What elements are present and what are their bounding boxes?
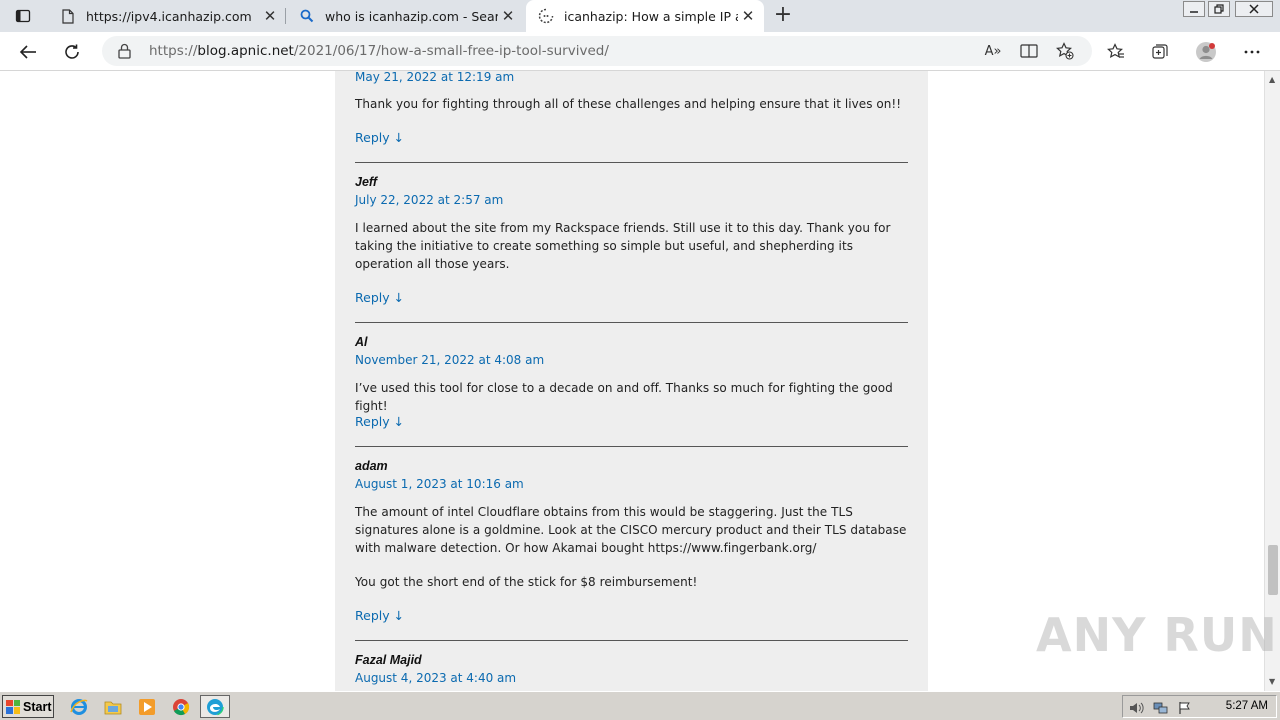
- collections-button[interactable]: [1146, 38, 1174, 66]
- scroll-down-icon[interactable]: ▼: [1269, 677, 1275, 686]
- taskbar: Start 5:27 AM: [0, 691, 1280, 720]
- collections-icon: [1152, 44, 1168, 59]
- taskbar-ie[interactable]: [67, 695, 91, 718]
- comment: Fazal Majid August 4, 2023 at 4:40 am: [355, 651, 908, 687]
- tab-title: who is icanhazip.com - Search: [325, 8, 498, 24]
- loading-icon: [538, 8, 554, 24]
- comment: Jeff July 22, 2022 at 2:57 am: [355, 173, 908, 209]
- new-tab-button[interactable]: +: [770, 4, 796, 28]
- comment: May 21, 2022 at 12:19 am: [355, 71, 908, 86]
- favorites-icon: [1107, 43, 1124, 59]
- tab-search[interactable]: who is icanhazip.com - Search ✕: [287, 0, 524, 32]
- vertical-scrollbar[interactable]: ▲ ▼: [1264, 71, 1280, 691]
- comments-column: May 21, 2022 at 12:19 am Thank you for f…: [335, 71, 928, 691]
- scrollbar-thumb[interactable]: [1268, 545, 1278, 595]
- explorer-icon: [104, 701, 122, 714]
- reply-link[interactable]: Reply ↓: [355, 413, 404, 431]
- reply-link[interactable]: Reply ↓: [355, 289, 404, 307]
- taskbar-edge[interactable]: [200, 695, 230, 718]
- minimize-button[interactable]: [1183, 1, 1205, 17]
- tab-actions-icon: [15, 9, 31, 23]
- comment-author: adam: [355, 459, 388, 473]
- comment-divider: [355, 162, 908, 163]
- profile-button[interactable]: [1192, 38, 1220, 66]
- network-icon[interactable]: [1153, 700, 1169, 714]
- comment-author: Jeff: [355, 175, 378, 189]
- comment-date-link[interactable]: August 1, 2023 at 10:16 am: [355, 475, 908, 493]
- comment-text: The amount of intel Cloudflare obtains f…: [355, 505, 907, 555]
- more-icon: [1244, 50, 1260, 54]
- restore-button[interactable]: [1208, 1, 1230, 17]
- comment-body: Thank you for fighting through all of th…: [355, 95, 908, 113]
- taskbar-explorer[interactable]: [101, 695, 125, 718]
- action-center-flag-icon[interactable]: [1178, 700, 1194, 714]
- ie-icon: [70, 698, 88, 715]
- favorites-button[interactable]: [1102, 38, 1130, 66]
- close-icon: [1249, 4, 1259, 14]
- url-text[interactable]: https://blog.apnic.net/2021/06/17/how-a-…: [149, 43, 609, 59]
- reply-link[interactable]: Reply ↓: [355, 129, 404, 147]
- refresh-icon: [65, 44, 79, 59]
- taskbar-chrome[interactable]: [169, 695, 193, 718]
- close-icon[interactable]: ✕: [738, 6, 758, 26]
- comment-author: Al: [355, 335, 368, 349]
- comment-author: Fazal Majid: [355, 653, 422, 667]
- close-icon[interactable]: ✕: [260, 6, 280, 26]
- reply-link[interactable]: Reply ↓: [355, 607, 404, 625]
- comment-date-link[interactable]: November 21, 2022 at 4:08 am: [355, 351, 908, 369]
- edge-icon: [206, 697, 224, 716]
- comment-divider: [355, 640, 908, 641]
- immersive-reader-icon[interactable]: [1018, 41, 1040, 61]
- comment-text: I learned about the site from my Rackspa…: [355, 221, 891, 271]
- tab-actions-button[interactable]: [8, 4, 38, 28]
- system-tray: 5:27 AM: [1122, 695, 1277, 718]
- comment-divider: [355, 446, 908, 447]
- search-icon: [299, 8, 315, 24]
- page-icon: [60, 8, 76, 24]
- comment-date-link[interactable]: May 21, 2022 at 12:19 am: [355, 71, 908, 86]
- windows-logo-icon: [6, 699, 20, 714]
- start-button[interactable]: Start: [2, 695, 54, 718]
- comment-body: I learned about the site from my Rackspa…: [355, 219, 908, 273]
- taskbar-media-player[interactable]: [135, 695, 159, 718]
- back-arrow-icon: [19, 45, 36, 59]
- volume-icon[interactable]: [1129, 700, 1145, 714]
- back-button[interactable]: [14, 38, 42, 66]
- comment-body: The amount of intel Cloudflare obtains f…: [355, 503, 908, 557]
- close-icon[interactable]: ✕: [498, 6, 518, 26]
- comment-body: I’ve used this tool for close to a decad…: [355, 379, 908, 415]
- tab-title: icanhazip: How a simple IP addre: [564, 8, 738, 24]
- address-bar[interactable]: https://blog.apnic.net/2021/06/17/how-a-…: [102, 36, 1092, 66]
- anyrun-watermark: ANY RUN: [1036, 608, 1278, 662]
- restore-icon: [1214, 4, 1224, 14]
- comment-text: Thank you for fighting through all of th…: [355, 97, 902, 111]
- tab-strip: https://ipv4.icanhazip.com ✕ who is ican…: [0, 0, 1280, 32]
- comment-text: You got the short end of the stick for $…: [355, 575, 698, 589]
- comment-text: I’ve used this tool for close to a decad…: [355, 381, 893, 413]
- read-aloud-icon[interactable]: A»: [982, 41, 1004, 61]
- scroll-up-icon[interactable]: ▲: [1269, 75, 1275, 84]
- comment-date-link[interactable]: July 22, 2022 at 2:57 am: [355, 191, 908, 209]
- media-player-icon: [139, 698, 155, 715]
- taskbar-clock[interactable]: 5:27 AM: [1226, 700, 1268, 712]
- tab-icanhazip[interactable]: icanhazip: How a simple IP addre ✕: [526, 0, 764, 32]
- browser-toolbar: https://blog.apnic.net/2021/06/17/how-a-…: [0, 32, 1280, 71]
- comment: adam August 1, 2023 at 10:16 am: [355, 457, 908, 493]
- tab-title: https://ipv4.icanhazip.com: [86, 8, 252, 24]
- avatar-icon: [1196, 42, 1216, 62]
- page-viewport: May 21, 2022 at 12:19 am Thank you for f…: [0, 71, 1264, 691]
- refresh-button[interactable]: [58, 38, 86, 66]
- comment-body: You got the short end of the stick for $…: [355, 573, 908, 591]
- chrome-icon: [173, 698, 190, 715]
- add-favorite-icon[interactable]: [1054, 41, 1076, 61]
- tab-ipv4[interactable]: https://ipv4.icanhazip.com ✕: [48, 0, 286, 32]
- lock-icon[interactable]: [118, 43, 131, 63]
- more-menu-button[interactable]: [1238, 38, 1266, 66]
- close-window-button[interactable]: [1235, 1, 1273, 17]
- minimize-icon: [1190, 11, 1198, 13]
- comment-date-link[interactable]: August 4, 2023 at 4:40 am: [355, 669, 908, 687]
- comment: Al November 21, 2022 at 4:08 am: [355, 333, 908, 369]
- start-label: Start: [23, 699, 52, 714]
- comment-divider: [355, 322, 908, 323]
